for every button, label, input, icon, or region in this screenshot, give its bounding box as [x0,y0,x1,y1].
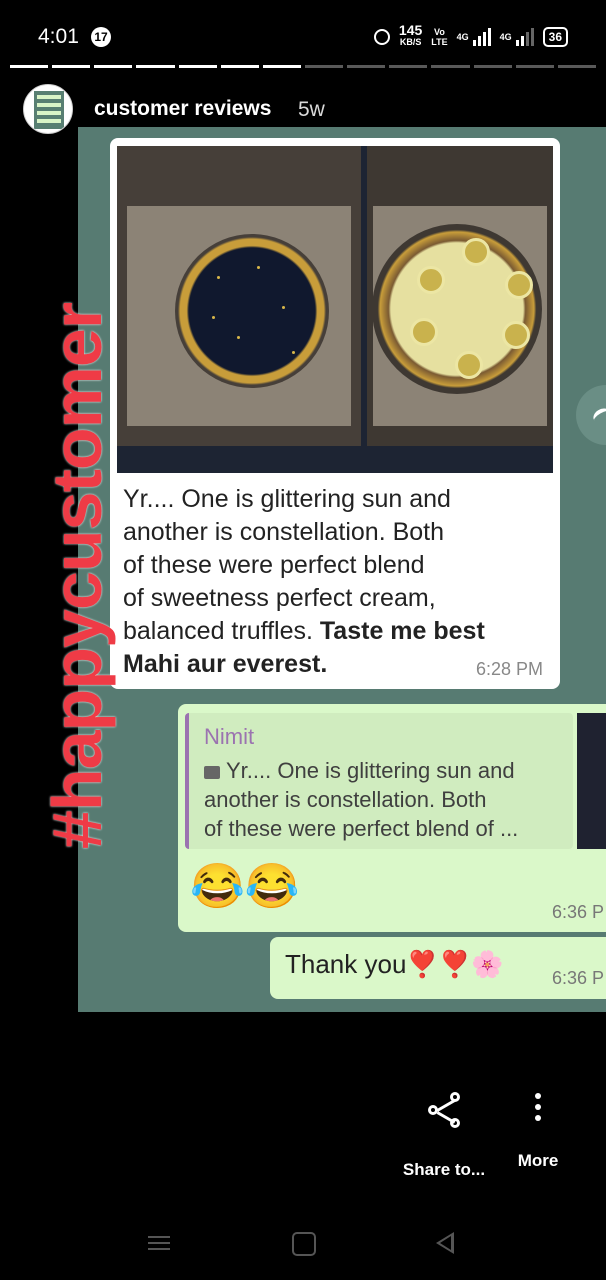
status-time: 4:01 [38,25,79,48]
quoted-photo-thumbnail [577,713,606,849]
more-vertical-icon [535,1093,541,1121]
story-progress-bar [10,65,596,68]
story-segment [473,65,512,68]
volte-indicator: Vo LTE [431,26,448,47]
notification-count-badge: 17 [91,27,111,47]
posted-ago: 5w [298,98,325,121]
message-text: Yr.... One is glittering sun and another… [123,485,485,678]
story-segment [178,65,217,68]
signal-icon-2 [515,27,534,46]
chocolate-cake [175,234,329,388]
hashtag-sticker: #happycustomer [38,302,116,850]
navigation-bar [0,1210,606,1270]
story-segment [94,65,133,68]
story-segment [515,65,554,68]
status-icons: 145 KB/S Vo LTE 4G 4G 36 [373,22,568,48]
share-icon [424,1090,464,1130]
more-label: More [517,1151,559,1170]
reply-time: 6:36 P [552,902,605,922]
story-segment [136,65,175,68]
quoted-sender: Nimit [204,724,255,749]
story-segment [389,65,428,68]
story-segment [220,65,259,68]
thanks-text: Thank you❣️❣️🌸 [285,949,504,979]
cake-photo [117,146,553,473]
network-type-2: 4G [499,31,512,42]
story-segment [431,65,470,68]
photo-icon [204,766,220,779]
network-speed: 145 KB/S [398,22,423,47]
account-avatar[interactable] [23,84,73,134]
story-segment [10,65,49,68]
laughing-emojis: 😂😂 [190,862,300,911]
alarm-icon [373,28,390,45]
account-name[interactable]: customer reviews [94,97,271,121]
share-button[interactable]: Share to... [400,1090,488,1180]
story-segment [262,65,301,68]
story-segment [304,65,344,68]
story-segment [52,65,91,68]
home-icon[interactable] [292,1232,316,1256]
signal-icon [472,27,491,46]
story-segment [557,65,596,68]
message-time: 6:28 PM [476,659,544,679]
battery-icon: 36 [542,26,568,47]
menu-icon[interactable] [148,1232,170,1254]
network-type: 4G [456,31,469,42]
back-icon[interactable] [436,1232,454,1254]
share-label: Share to... [402,1160,486,1179]
more-button[interactable]: More [508,1090,568,1171]
status-bar: 4:01 17 145 KB/S Vo LTE 4G 4G 36 [0,0,606,70]
story-segment [347,65,386,68]
quoted-text: Yr.... One is glittering sun and another… [204,758,519,841]
thanks-time: 6:36 P [552,968,605,988]
